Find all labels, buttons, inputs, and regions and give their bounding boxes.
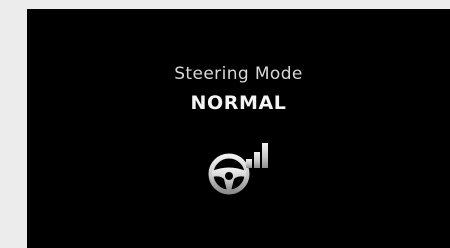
steering-wheel-icon [207, 133, 273, 199]
steering-mode-title: Steering Mode [174, 64, 303, 84]
cluster-screen: Steering Mode NORMAL [27, 9, 450, 248]
steering-mode-value: NORMAL [190, 92, 287, 114]
wheel-shape [208, 153, 250, 195]
display-frame: Steering Mode NORMAL [0, 0, 450, 248]
level-bar-1 [246, 159, 252, 168]
level-bar-3 [262, 143, 268, 168]
level-bar-2 [254, 152, 260, 168]
mode-level-bars [246, 143, 268, 168]
